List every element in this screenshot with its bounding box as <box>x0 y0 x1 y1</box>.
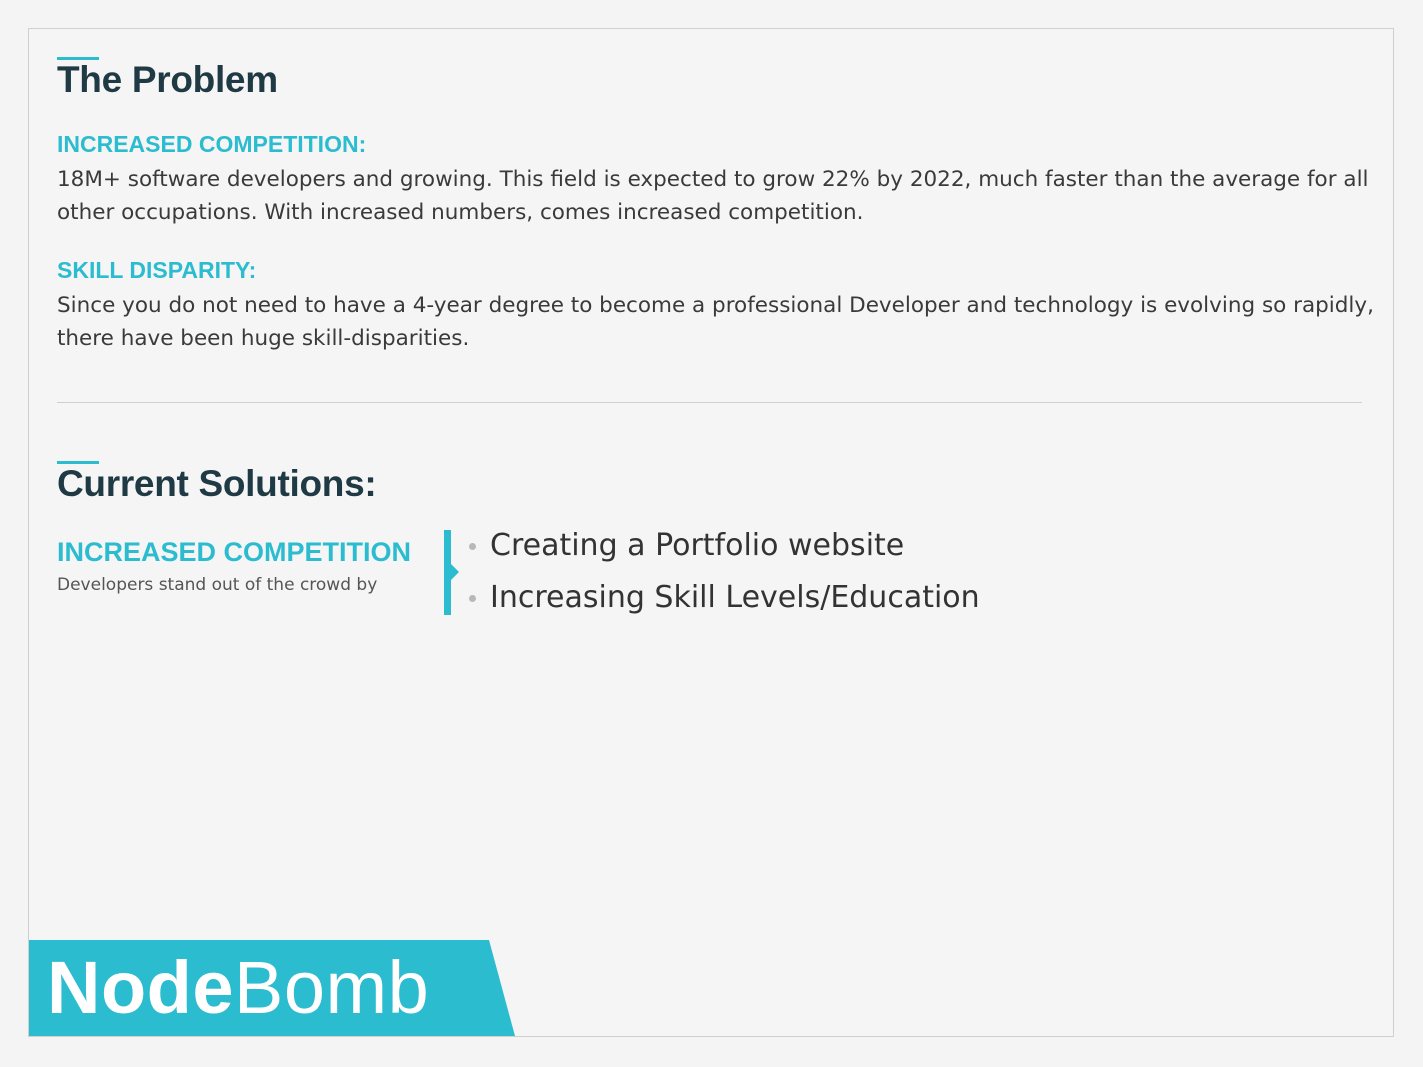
list-item-text: Creating a Portfolio website <box>490 527 905 563</box>
skill-disparity-heading: SKILL DISPARITY: <box>57 257 257 283</box>
slide: The Problem INCREASED COMPETITION: 18M+ … <box>28 28 1394 1037</box>
competition-heading: INCREASED COMPETITION: <box>57 131 367 157</box>
logo-wordmark: NodeBomb <box>47 946 429 1030</box>
solution-list: Creating a Portfolio website Increasing … <box>469 519 980 623</box>
section-divider <box>57 402 1362 403</box>
problem-title: The Problem <box>57 59 278 100</box>
skill-disparity-text: Since you do not need to have a 4-year d… <box>57 293 1374 351</box>
logo-light-text: Bomb <box>234 946 430 1029</box>
list-item-text: Increasing Skill Levels/Education <box>490 579 980 615</box>
list-item: Increasing Skill Levels/Education <box>469 571 980 623</box>
solution-label: INCREASED COMPETITION <box>57 537 412 567</box>
bracket-notch <box>451 564 459 580</box>
nodebomb-logo: NodeBomb <box>29 940 515 1036</box>
logo-strong-text: Node <box>47 946 234 1029</box>
competition-text: 18M+ software developers and growing. Th… <box>57 167 1369 225</box>
solutions-title: Current Solutions: <box>57 463 377 504</box>
bracket <box>444 530 451 615</box>
solution-caption: Developers stand out of the crowd by <box>57 575 378 595</box>
bullet-dot-icon <box>469 594 476 602</box>
bullet-dot-icon <box>469 542 476 550</box>
list-item: Creating a Portfolio website <box>469 519 980 571</box>
